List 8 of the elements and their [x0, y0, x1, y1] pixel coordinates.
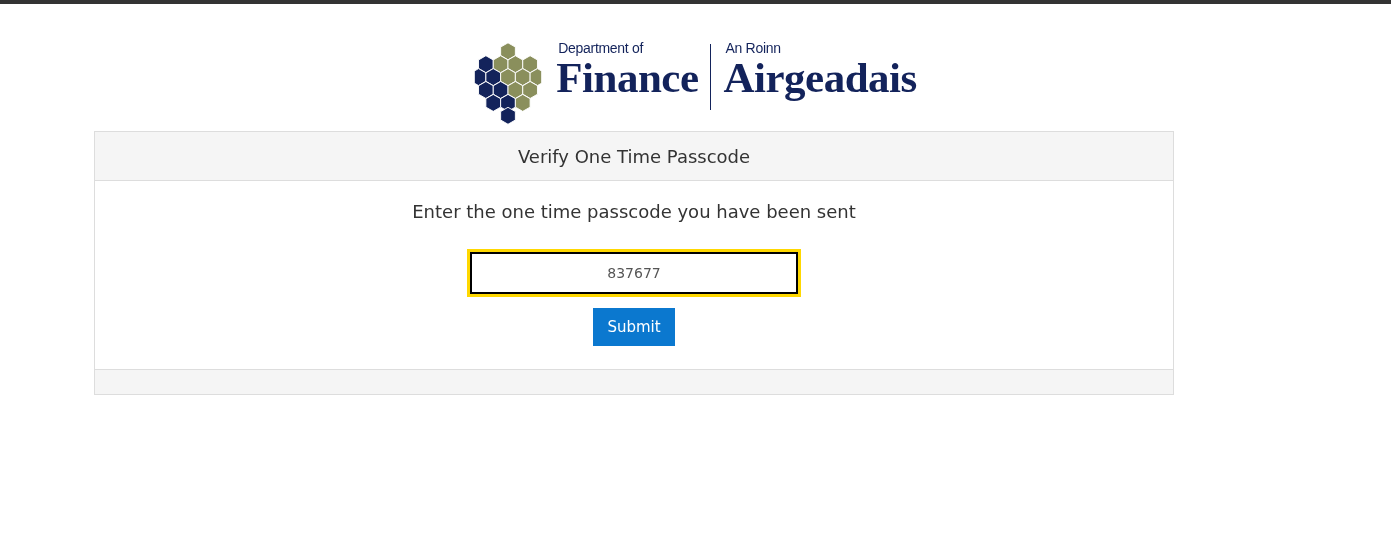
department-name: Airgeadais	[723, 56, 917, 100]
department-label: Department of	[557, 40, 644, 56]
department-name: Finance	[556, 56, 699, 100]
submit-button[interactable]: Submit	[593, 308, 675, 346]
instruction-text: Enter the one time passcode you have been sent	[412, 201, 856, 222]
passcode-field[interactable]: 837677	[467, 249, 801, 297]
panel-title: Verify One Time Passcode	[517, 145, 751, 167]
department-label: An Roinn	[724, 40, 781, 56]
